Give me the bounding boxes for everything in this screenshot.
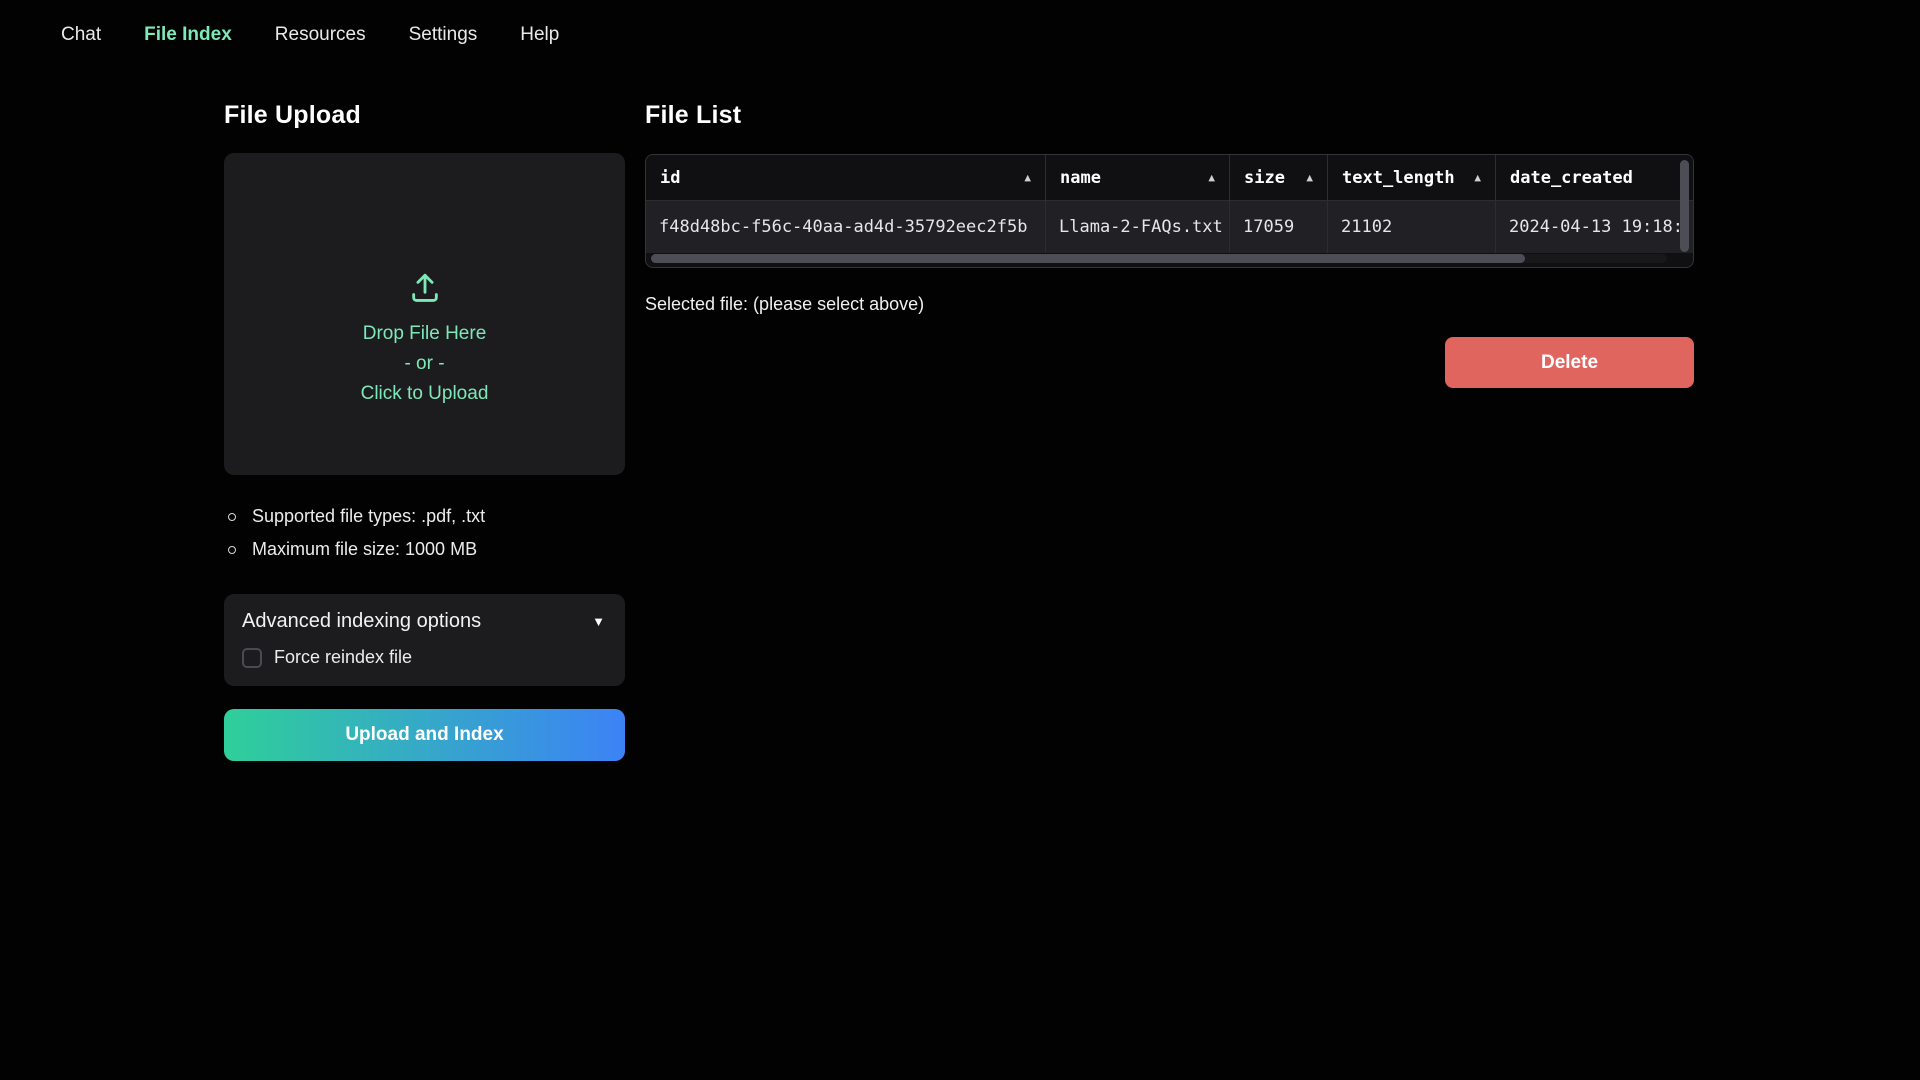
- circle-bullet-icon: [228, 546, 236, 554]
- cell-text_length[interactable]: 21102: [1328, 201, 1496, 253]
- upload-note-text: Maximum file size: 1000 MB: [252, 539, 477, 560]
- sort-asc-icon: ▲: [1306, 171, 1313, 184]
- sort-asc-icon: ▲: [1024, 171, 1031, 184]
- force-reindex-checkbox[interactable]: [242, 648, 262, 668]
- table-header-row: id ▲ name ▲ size ▲ text_length ▲ date_created: [646, 155, 1693, 201]
- tab-settings[interactable]: Settings: [409, 24, 478, 46]
- column-header-size[interactable]: size ▲: [1230, 155, 1328, 200]
- column-label: text_length: [1342, 168, 1455, 188]
- accordion-title: Advanced indexing options: [242, 610, 481, 633]
- app-screen: Chat File Index Resources Settings Help File…: [0, 0, 1920, 1080]
- file-upload-panel: File Upload Drop File Here - or - Click …: [224, 101, 625, 761]
- column-header-date_created[interactable]: date_created: [1496, 155, 1693, 200]
- upload-note-text: Supported file types: .pdf, .txt: [252, 506, 485, 527]
- vertical-scrollbar[interactable]: [1680, 160, 1689, 252]
- drop-file-here-text: Drop File Here: [361, 319, 489, 349]
- file-list-panel: File List id ▲ name ▲ size ▲ text_length ▲ date_…: [645, 101, 1694, 388]
- column-label: name: [1060, 168, 1101, 188]
- sort-asc-icon: ▲: [1474, 171, 1481, 184]
- file-list-title: File List: [645, 101, 1694, 130]
- file-upload-title: File Upload: [224, 101, 625, 130]
- column-label: id: [660, 168, 680, 188]
- file-dropzone[interactable]: Drop File Here - or - Click to Upload: [224, 153, 625, 475]
- table-body: f48d48bc-f56c-40aa-ad4d-35792eec2f5bLlam…: [646, 201, 1693, 253]
- cell-size[interactable]: 17059: [1230, 201, 1328, 253]
- tab-help[interactable]: Help: [520, 24, 559, 46]
- upload-notes: Supported file types: .pdf, .txt Maximum …: [224, 500, 625, 566]
- column-header-name[interactable]: name ▲: [1046, 155, 1230, 200]
- advanced-options-accordion-header[interactable]: Advanced indexing options ▼: [242, 610, 607, 633]
- circle-bullet-icon: [228, 513, 236, 521]
- click-to-upload-link[interactable]: Click to Upload: [361, 379, 489, 409]
- delete-button[interactable]: Delete: [1445, 337, 1694, 388]
- horizontal-scrollbar-thumb[interactable]: [651, 254, 1525, 263]
- upload-note: Supported file types: .pdf, .txt: [228, 500, 625, 533]
- selected-file-status: Selected file: (please select above): [645, 294, 1694, 315]
- tab-resources[interactable]: Resources: [275, 24, 366, 46]
- column-label: date_created: [1510, 168, 1633, 188]
- tab-chat[interactable]: Chat: [61, 24, 101, 46]
- or-text: - or -: [361, 349, 489, 379]
- advanced-options-accordion: Advanced indexing options ▼ Force reinde…: [224, 594, 625, 686]
- column-header-id[interactable]: id ▲: [646, 155, 1046, 200]
- upload-and-index-button[interactable]: Upload and Index: [224, 709, 625, 761]
- upload-icon: [408, 271, 442, 305]
- chevron-down-icon: ▼: [592, 614, 605, 629]
- top-nav: Chat File Index Resources Settings Help: [0, 0, 1920, 70]
- force-reindex-label: Force reindex file: [274, 647, 412, 668]
- upload-note: Maximum file size: 1000 MB: [228, 533, 625, 566]
- vertical-scrollbar-thumb[interactable]: [1680, 160, 1689, 252]
- force-reindex-row[interactable]: Force reindex file: [242, 647, 607, 668]
- horizontal-scrollbar[interactable]: [651, 254, 1667, 263]
- file-table: id ▲ name ▲ size ▲ text_length ▲ date_created f4…: [645, 154, 1694, 268]
- cell-name[interactable]: Llama-2-FAQs.txt: [1046, 201, 1230, 253]
- table-row[interactable]: f48d48bc-f56c-40aa-ad4d-35792eec2f5bLlam…: [646, 201, 1693, 253]
- tab-file-index[interactable]: File Index: [144, 24, 232, 46]
- sort-asc-icon: ▲: [1208, 171, 1215, 184]
- column-label: size: [1244, 168, 1285, 188]
- cell-id[interactable]: f48d48bc-f56c-40aa-ad4d-35792eec2f5b: [646, 201, 1046, 253]
- dropzone-content: Drop File Here - or - Click to Upload: [361, 271, 489, 409]
- cell-date_created[interactable]: 2024-04-13 19:18:: [1496, 201, 1693, 253]
- column-header-text_length[interactable]: text_length ▲: [1328, 155, 1496, 200]
